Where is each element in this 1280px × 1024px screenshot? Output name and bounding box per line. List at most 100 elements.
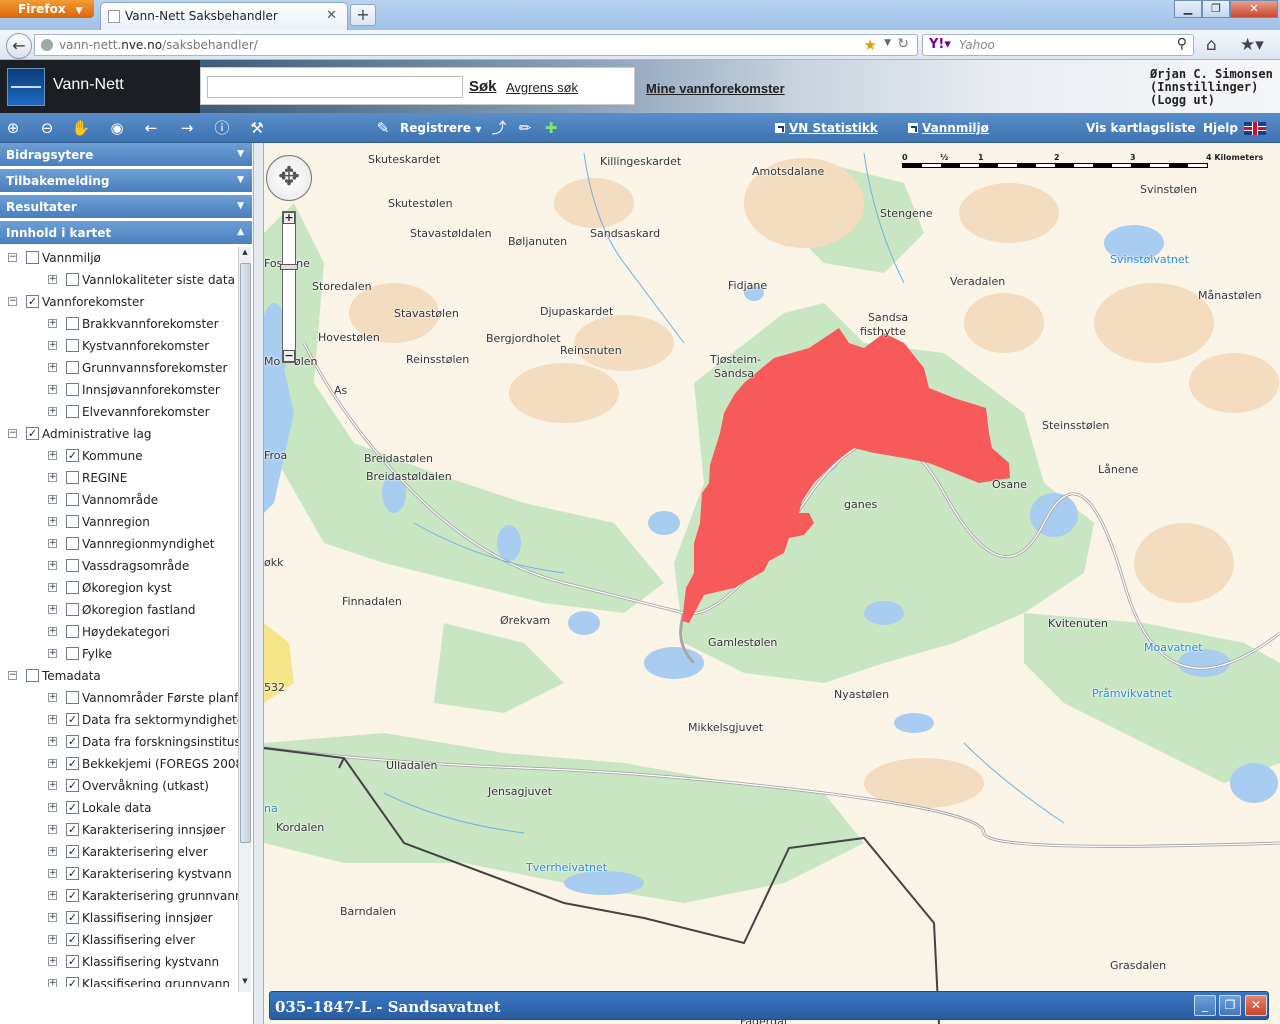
layer-tree-item[interactable]: + ✓ Data fra sektormyndighete: [0, 711, 238, 731]
layer-checkbox[interactable]: ✓: [66, 713, 79, 726]
expand-icon[interactable]: +: [48, 759, 57, 768]
layer-tree-item[interactable]: + ✓ Karakterisering grunnvann: [0, 887, 238, 907]
expand-icon[interactable]: +: [48, 935, 57, 944]
layer-checkbox[interactable]: [66, 405, 79, 418]
sidebar-splitter[interactable]: [254, 143, 264, 1024]
layer-checkbox[interactable]: ✓: [66, 779, 79, 792]
layer-checkbox[interactable]: [66, 559, 79, 572]
collapse-icon[interactable]: −: [8, 429, 17, 438]
layer-checkbox[interactable]: ✓: [66, 933, 79, 946]
web-search-field[interactable]: Y!▾ Yahoo ⚲: [922, 34, 1194, 56]
search-input[interactable]: [207, 76, 463, 98]
expand-icon[interactable]: +: [48, 847, 57, 856]
pan-hand-icon[interactable]: ✋: [70, 117, 92, 139]
layer-tree-item[interactable]: + ✓ Karakterisering elver: [0, 843, 238, 863]
close-panel-button[interactable]: ✕: [1245, 995, 1267, 1016]
expand-icon[interactable]: +: [48, 275, 57, 284]
logout-link[interactable]: (Logg ut): [1150, 94, 1273, 107]
layer-tree-item[interactable]: + ✓ Kommune: [0, 447, 238, 467]
layer-tree-item[interactable]: − Temadata: [0, 667, 238, 687]
layer-tree-item[interactable]: + Økoregion fastland: [0, 601, 238, 621]
layer-checkbox[interactable]: ✓: [26, 427, 39, 440]
expand-icon[interactable]: +: [48, 649, 57, 658]
zoom-slider[interactable]: + −: [280, 211, 298, 363]
expand-icon[interactable]: +: [48, 913, 57, 922]
maximize-window-button[interactable]: ❐: [1202, 0, 1230, 18]
layer-tree-item[interactable]: + Innsjøvannforekomster: [0, 381, 238, 401]
draw-line-icon[interactable]: ⤴: [488, 117, 510, 139]
close-tab-icon[interactable]: ✕: [326, 8, 337, 23]
layer-tree-item[interactable]: + Kystvannforekomster: [0, 337, 238, 357]
zoom-out-icon[interactable]: ⊖: [36, 117, 58, 139]
expand-icon[interactable]: +: [48, 605, 57, 614]
layer-checkbox[interactable]: ✓: [66, 735, 79, 748]
expand-icon[interactable]: +: [48, 363, 57, 372]
minimize-window-button[interactable]: ▁: [1174, 0, 1202, 18]
expand-icon[interactable]: +: [48, 473, 57, 482]
layer-tree-item[interactable]: − ✓ Administrative lag: [0, 425, 238, 445]
expand-icon[interactable]: +: [48, 451, 57, 460]
panel-innhold-i-kartet[interactable]: Innhold i kartet ▲: [0, 221, 252, 245]
layer-checkbox[interactable]: [26, 669, 39, 682]
browser-tab[interactable]: Vann-Nett Saksbehandler ✕: [100, 2, 348, 30]
layer-checkbox[interactable]: [66, 383, 79, 396]
my-waterbodies-link[interactable]: Mine vannforekomster: [646, 81, 785, 96]
layer-tree-item[interactable]: + ✓ Overvåkning (utkast): [0, 777, 238, 797]
layer-tree-item[interactable]: + ✓ Lokale data: [0, 799, 238, 819]
measure-icon[interactable]: ⚒: [246, 117, 268, 139]
expand-icon[interactable]: +: [48, 979, 57, 987]
next-extent-icon[interactable]: →: [176, 117, 198, 139]
expand-icon[interactable]: +: [48, 891, 57, 900]
zoom-plus-button[interactable]: +: [283, 212, 295, 224]
scroll-up-icon[interactable]: ▲: [239, 248, 251, 262]
layer-checkbox[interactable]: [26, 251, 39, 264]
scroll-down-icon[interactable]: ▼: [239, 977, 251, 991]
layer-checkbox[interactable]: [66, 515, 79, 528]
layer-tree-item[interactable]: + Høydekategori: [0, 623, 238, 643]
back-button[interactable]: ←: [6, 33, 32, 59]
firefox-menu-button[interactable]: Firefox ▼: [0, 0, 94, 18]
zoom-in-icon[interactable]: ⊕: [2, 117, 24, 139]
layer-tree-item[interactable]: + Elvevannforekomster: [0, 403, 238, 423]
vn-statistikk-link[interactable]: VN Statistikk: [775, 121, 878, 135]
close-window-button[interactable]: ✕: [1230, 0, 1278, 18]
history-dropdown-icon[interactable]: ▼: [884, 38, 891, 48]
zoom-extent-icon[interactable]: ◉: [106, 117, 128, 139]
new-tab-button[interactable]: +: [350, 4, 376, 26]
layer-checkbox[interactable]: ✓: [66, 801, 79, 814]
layer-checkbox[interactable]: ✓: [26, 295, 39, 308]
expand-icon[interactable]: +: [48, 561, 57, 570]
layer-tree-item[interactable]: + ✓ Karakterisering kystvann: [0, 865, 238, 885]
zoom-minus-button[interactable]: −: [283, 350, 295, 362]
layer-tree-item[interactable]: − Vannmiljø: [0, 249, 238, 269]
layer-checkbox[interactable]: [66, 317, 79, 330]
pan-control[interactable]: ✥: [266, 155, 312, 201]
zoom-slider-handle[interactable]: [280, 264, 298, 270]
expand-icon[interactable]: +: [48, 627, 57, 636]
add-feature-icon[interactable]: ✚: [540, 117, 562, 139]
register-menu[interactable]: Registrere ▼: [400, 121, 481, 135]
layer-checkbox[interactable]: [66, 273, 79, 286]
expand-icon[interactable]: +: [48, 781, 57, 790]
restore-panel-button[interactable]: ❐: [1219, 995, 1241, 1016]
expand-icon[interactable]: +: [48, 517, 57, 526]
layer-checkbox[interactable]: ✓: [66, 955, 79, 968]
search-icon[interactable]: ⚲: [1177, 36, 1187, 52]
help-link[interactable]: Hjelp: [1203, 121, 1238, 135]
layer-checkbox[interactable]: [66, 691, 79, 704]
english-flag-icon[interactable]: [1244, 122, 1266, 135]
collapse-icon[interactable]: −: [8, 297, 17, 306]
expand-icon[interactable]: +: [48, 539, 57, 548]
info-icon[interactable]: ⓘ: [211, 117, 233, 139]
layer-tree-item[interactable]: + Vannregionmyndighet: [0, 535, 238, 555]
panel-tilbakemelding[interactable]: Tilbakemelding ▼: [0, 169, 252, 193]
layer-tree-item[interactable]: + ✓ Klassifisering elver: [0, 931, 238, 951]
home-icon[interactable]: ⌂: [1206, 35, 1217, 55]
layer-tree-item[interactable]: + ✓ Klassifisering innsjøer: [0, 909, 238, 929]
scrollbar-thumb[interactable]: [240, 263, 251, 843]
layer-tree-item[interactable]: + Vannområde: [0, 491, 238, 511]
layer-tree-item[interactable]: + Grunnvannsforekomster: [0, 359, 238, 379]
layer-checkbox[interactable]: [66, 471, 79, 484]
layer-checkbox[interactable]: ✓: [66, 449, 79, 462]
layer-tree-item[interactable]: + Brakkvannforekomster: [0, 315, 238, 335]
